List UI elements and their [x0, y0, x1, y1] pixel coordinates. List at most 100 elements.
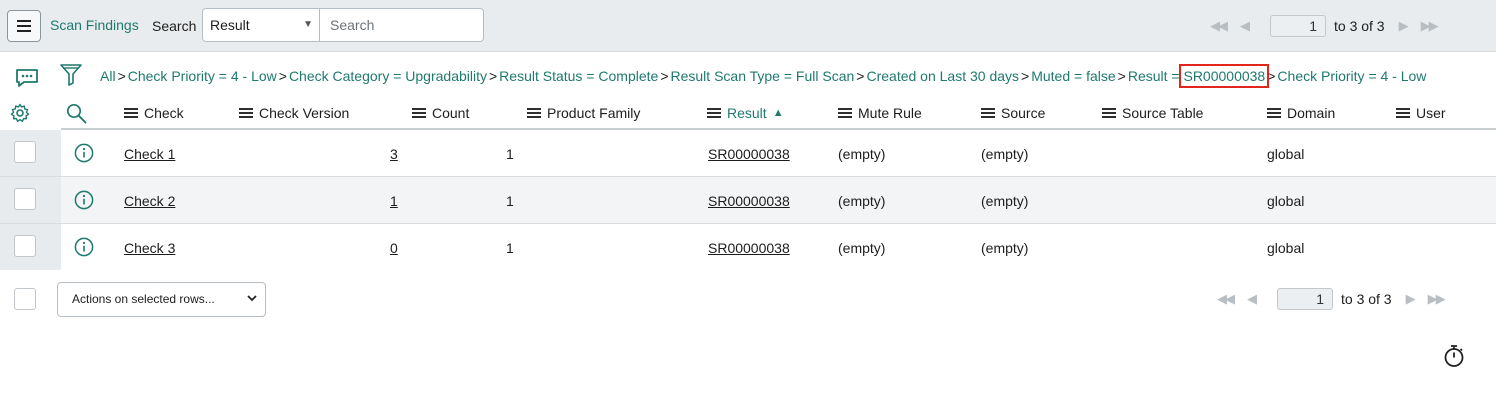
row-checkbox[interactable] — [14, 141, 36, 163]
breadcrumb-separator: > — [1117, 68, 1126, 84]
info-icon[interactable] — [74, 190, 94, 210]
filter-icon[interactable] — [60, 63, 82, 87]
actions-select[interactable]: Actions on selected rows... — [57, 282, 266, 317]
column-menu-icon[interactable] — [981, 106, 995, 120]
cell-check[interactable]: Check 3 — [124, 240, 175, 256]
table-row: Check 2 1 1 SR00000038 (empty) (empty) g… — [0, 177, 1496, 224]
cell-result[interactable]: SR00000038 — [708, 146, 790, 162]
prev-page-icon[interactable]: ◀ — [1240, 18, 1250, 34]
column-header-result[interactable]: Result ▲ — [707, 105, 784, 121]
cell-mute-rule: (empty) — [838, 146, 886, 162]
cell-count[interactable]: 1 — [390, 193, 398, 209]
chevron-down-icon — [247, 295, 257, 302]
column-header-source-table[interactable]: Source Table — [1102, 105, 1203, 121]
cell-check-version: 1 — [506, 193, 514, 209]
column-menu-icon[interactable] — [707, 106, 721, 120]
cell-check-version: 1 — [506, 146, 514, 162]
last-page-icon[interactable]: ▶▶ — [1421, 18, 1439, 34]
table-row: Check 3 0 1 SR00000038 (empty) (empty) g… — [0, 224, 1496, 271]
page-range-text: to 3 of 3 — [1334, 18, 1385, 34]
sort-ascending-icon: ▲ — [772, 107, 784, 119]
breadcrumb-item-result-prefix[interactable]: Result = — [1128, 68, 1184, 84]
cell-mute-rule: (empty) — [838, 240, 886, 256]
pager-bottom: ◀◀ ◀ 1 to 3 of 3 ▶ ▶▶ — [1217, 288, 1446, 310]
search-input[interactable] — [319, 8, 484, 42]
breadcrumb-item-result-value[interactable]: SR00000038 — [1179, 64, 1270, 88]
breadcrumb-item-check-priority-2[interactable]: Check Priority = 4 - Low — [1277, 68, 1426, 84]
first-page-icon[interactable]: ◀◀ — [1217, 291, 1235, 307]
search-field-select[interactable]: Result ▼ — [202, 8, 320, 42]
breadcrumb-item-result-scan-type[interactable]: Result Scan Type = Full Scan — [671, 68, 855, 84]
breadcrumb: All > Check Priority = 4 - Low > Check Categ… — [100, 64, 1426, 88]
page-number-input[interactable]: 1 — [1270, 15, 1326, 37]
cell-result[interactable]: SR00000038 — [708, 240, 790, 256]
next-page-icon[interactable]: ▶ — [1399, 18, 1409, 34]
actions-select-value: Actions on selected rows... — [72, 292, 215, 306]
cell-count[interactable]: 3 — [390, 146, 398, 162]
column-header-check-version[interactable]: Check Version — [239, 105, 349, 121]
column-header-check[interactable]: Check — [124, 105, 184, 121]
search-field-value: Result — [210, 17, 250, 33]
page-range-text: to 3 of 3 — [1341, 291, 1392, 307]
list-menu-button[interactable] — [7, 10, 41, 42]
cell-check[interactable]: Check 1 — [124, 146, 175, 162]
search-icon[interactable] — [66, 103, 87, 124]
breadcrumb-separator: > — [1267, 68, 1276, 84]
breadcrumb-item-muted[interactable]: Muted = false — [1031, 68, 1115, 84]
column-menu-icon[interactable] — [527, 106, 541, 120]
column-menu-icon[interactable] — [838, 106, 852, 120]
breadcrumb-item-check-category[interactable]: Check Category = Upgradability — [289, 68, 487, 84]
pager-top: ◀◀ ◀ 1 to 3 of 3 ▶ ▶▶ — [1210, 15, 1439, 37]
column-header-count[interactable]: Count — [412, 105, 469, 121]
column-menu-icon[interactable] — [1267, 106, 1281, 120]
first-page-icon[interactable]: ◀◀ — [1210, 18, 1228, 34]
caret-down-icon: ▼ — [303, 19, 313, 30]
cell-result[interactable]: SR00000038 — [708, 193, 790, 209]
list-header-bar: Scan Findings Search Result ▼ ◀◀ ◀ 1 to … — [0, 0, 1496, 52]
cell-mute-rule: (empty) — [838, 193, 886, 209]
column-menu-icon[interactable] — [239, 106, 253, 120]
column-header-product-family[interactable]: Product Family — [527, 105, 640, 121]
breadcrumb-separator: > — [1021, 68, 1030, 84]
cell-check-version: 1 — [506, 240, 514, 256]
column-menu-icon[interactable] — [124, 106, 138, 120]
cell-check[interactable]: Check 2 — [124, 193, 175, 209]
column-menu-icon[interactable] — [1396, 106, 1410, 120]
prev-page-icon[interactable]: ◀ — [1247, 291, 1257, 307]
menu-icon — [17, 20, 31, 32]
table-row: Check 1 3 1 SR00000038 (empty) (empty) g… — [0, 130, 1496, 177]
breadcrumb-separator: > — [660, 68, 669, 84]
info-icon[interactable] — [74, 143, 94, 163]
breadcrumb-item-check-priority[interactable]: Check Priority = 4 - Low — [128, 68, 277, 84]
breadcrumb-separator: > — [117, 68, 126, 84]
cell-source: (empty) — [981, 146, 1029, 162]
gear-icon[interactable] — [10, 103, 30, 123]
cell-domain: global — [1267, 240, 1305, 256]
cell-source: (empty) — [981, 193, 1029, 209]
last-page-icon[interactable]: ▶▶ — [1428, 291, 1446, 307]
column-header-user[interactable]: User — [1396, 105, 1446, 121]
column-header-mute-rule[interactable]: Mute Rule — [838, 105, 922, 121]
column-header-source[interactable]: Source — [981, 105, 1045, 121]
next-page-icon[interactable]: ▶ — [1406, 291, 1416, 307]
column-menu-icon[interactable] — [412, 106, 426, 120]
breadcrumb-item-created-on[interactable]: Created on Last 30 days — [866, 68, 1019, 84]
info-icon[interactable] — [74, 237, 94, 257]
timer-icon[interactable] — [1443, 344, 1465, 368]
row-checkbox[interactable] — [14, 188, 36, 210]
cell-domain: global — [1267, 146, 1305, 162]
row-checkbox[interactable] — [14, 235, 36, 257]
breadcrumb-separator: > — [856, 68, 865, 84]
page-number-input[interactable]: 1 — [1277, 288, 1333, 310]
breadcrumb-item-all[interactable]: All — [100, 68, 116, 84]
column-header-domain[interactable]: Domain — [1267, 105, 1335, 121]
cell-domain: global — [1267, 193, 1305, 209]
list-title[interactable]: Scan Findings — [50, 17, 139, 33]
breadcrumb-separator: > — [488, 68, 498, 84]
comment-icon[interactable] — [15, 68, 39, 88]
cell-count[interactable]: 0 — [390, 240, 398, 256]
column-menu-icon[interactable] — [1102, 106, 1116, 120]
select-all-checkbox[interactable] — [14, 288, 36, 310]
breadcrumb-item-result-status[interactable]: Result Status = Complete — [499, 68, 658, 84]
search-label: Search — [152, 18, 197, 34]
